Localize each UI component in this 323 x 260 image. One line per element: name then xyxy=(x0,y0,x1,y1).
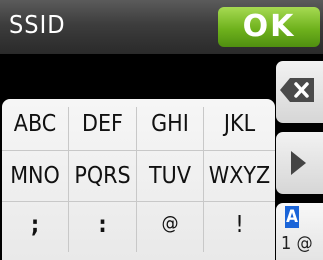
key-ghi[interactable]: GHI xyxy=(137,111,203,137)
row-divider xyxy=(2,150,275,151)
key-jkl[interactable]: JKL xyxy=(204,111,275,137)
input-mode-toggle[interactable]: A 1 @ xyxy=(276,203,323,260)
key-tuv[interactable]: TUV xyxy=(137,163,203,189)
ok-button[interactable]: OK xyxy=(218,7,320,47)
header-bar: SSID OK xyxy=(0,0,323,54)
cursor-right-button[interactable] xyxy=(276,132,323,194)
row-divider xyxy=(2,201,275,202)
key-semicolon[interactable]: ; xyxy=(2,212,68,238)
keyboard-panel: ABC DEF GHI JKL MNO PQRS TUV WXYZ ; : @ … xyxy=(2,99,275,260)
key-exclamation[interactable]: ! xyxy=(204,212,275,238)
key-def[interactable]: DEF xyxy=(69,111,136,137)
mode-numeric-label: 1 @ xyxy=(281,233,313,254)
ssid-input-field[interactable] xyxy=(0,54,273,97)
cursor-right-icon xyxy=(291,151,306,175)
backspace-button[interactable] xyxy=(276,61,323,123)
page-title: SSID xyxy=(9,10,66,39)
key-abc[interactable]: ABC xyxy=(2,111,68,137)
key-at[interactable]: @ xyxy=(137,212,203,234)
key-wxyz[interactable]: WXYZ xyxy=(204,163,275,189)
mode-alpha-label: A xyxy=(285,206,299,228)
backspace-icon xyxy=(280,78,314,102)
key-pqrs[interactable]: PQRS xyxy=(69,163,136,189)
key-mno[interactable]: MNO xyxy=(2,163,68,189)
key-colon[interactable]: : xyxy=(69,212,136,238)
